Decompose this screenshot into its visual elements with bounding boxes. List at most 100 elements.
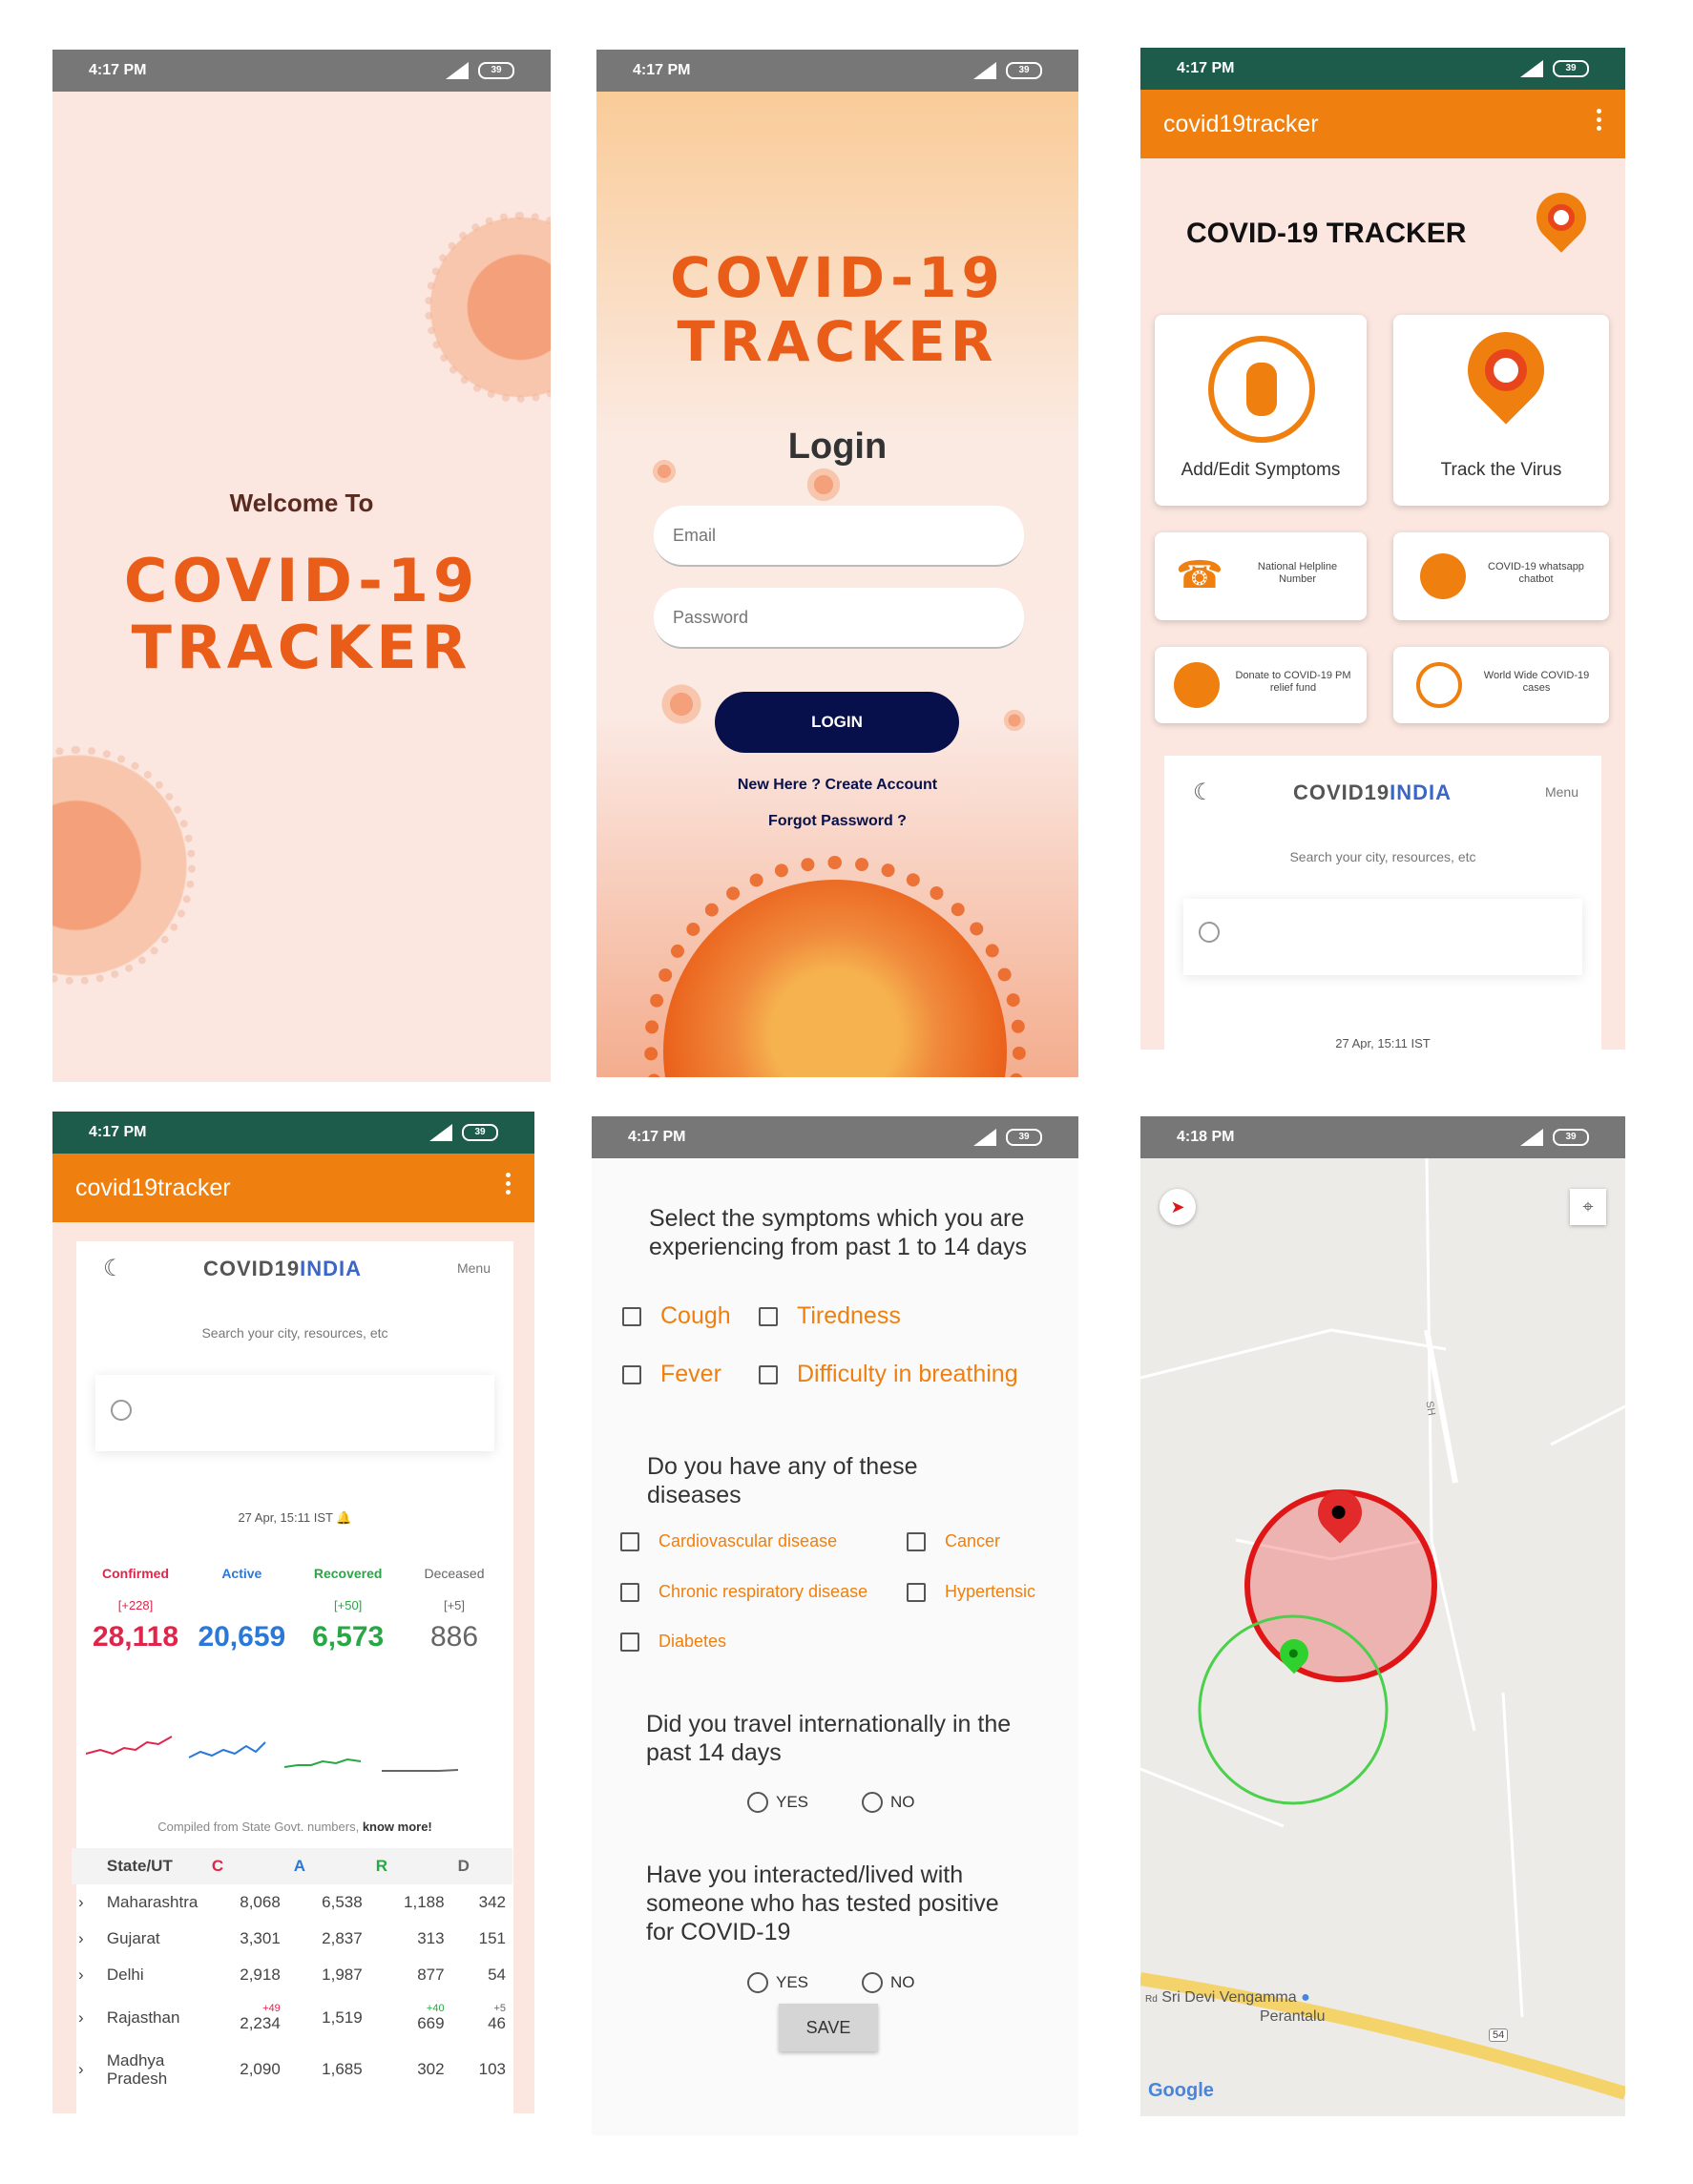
table-row[interactable]: › Rajasthan +49 2,234 1,519 +40 669 +5 46 [72, 1993, 512, 2043]
bell-icon[interactable]: 🔔 [336, 1510, 351, 1525]
checkbox-fever[interactable]: Fever [622, 1361, 721, 1388]
deceased-sparkline [382, 1769, 459, 1772]
col-active[interactable]: A [287, 1848, 369, 1884]
donate-tile[interactable]: Donate to COVID-19 PM relief fund [1155, 647, 1367, 723]
worldwide-cases-label: World Wide COVID-19 cases [1483, 670, 1590, 694]
covid19india-webview: ☾ COVID19INDIA Menu Search your city, re… [72, 1241, 513, 2113]
col-recovered[interactable]: R [369, 1848, 451, 1884]
checkbox-diabetes[interactable]: Diabetes [620, 1632, 726, 1652]
donate-label: Donate to COVID-19 PM relief fund [1235, 670, 1351, 694]
moon-icon[interactable]: ☾ [103, 1255, 124, 1282]
globe-icon [1416, 662, 1462, 708]
table-row[interactable]: › Delhi 2,918 1,987 877 54 [72, 1957, 512, 1993]
virus-particle [651, 458, 678, 485]
menu-link[interactable]: Menu [1545, 784, 1578, 800]
col-deceased[interactable]: D [451, 1848, 512, 1884]
app-logo-line1: COVID-19 [123, 546, 480, 615]
checkbox-breathing[interactable]: Difficulty in breathing [759, 1361, 1018, 1388]
whatsapp-chatbot-tile[interactable]: COVID-19 whatsapp chatbot [1393, 532, 1609, 620]
state-table: State/UT C A R D › Maharashtra 8,068 6,538 1… [72, 1848, 512, 2096]
overflow-menu-icon[interactable] [506, 1173, 512, 1198]
new-here-text: New Here ? [737, 777, 826, 793]
add-edit-symptoms-tile[interactable]: Add/Edit Symptoms [1155, 315, 1367, 506]
battery-icon: 39 [1553, 60, 1589, 77]
covid19india-brand: COVID19INDIA [203, 1257, 363, 1280]
save-button[interactable]: SAVE [779, 2004, 878, 2051]
status-time: 4:17 PM [633, 62, 691, 78]
email-field[interactable] [654, 506, 1024, 567]
map-screen: 4:18 PM 39 ➤ ⌖ SH Rd Sri Devi Vengamma ● P… [1140, 1116, 1625, 2116]
search-hint: Search your city, resources, etc [201, 1325, 388, 1341]
battery-icon: 39 [478, 62, 514, 79]
col-confirmed[interactable]: C [205, 1848, 287, 1884]
forgot-password-link[interactable]: Forgot Password ? [596, 813, 1078, 830]
home-screen: 4:17 PM 39 covid19tracker COVID-19 TRACKE… [1140, 48, 1625, 1050]
status-time: 4:17 PM [1177, 60, 1235, 76]
overflow-menu-icon[interactable] [1597, 109, 1602, 135]
status-time: 4:17 PM [89, 1124, 147, 1140]
search-input[interactable] [1183, 899, 1582, 975]
app-title: covid19tracker [1163, 110, 1319, 137]
travel-yes-radio[interactable]: YES [747, 1792, 808, 1813]
covid19india-webview: ☾ COVID19INDIA Menu Search your city, re… [1164, 756, 1601, 1050]
checkbox-hypertension[interactable]: Hypertensic [907, 1582, 1035, 1602]
google-logo: Google [1148, 2080, 1214, 2101]
place-label[interactable]: Rd Sri Devi Vengamma ● Perantalu [1145, 1989, 1326, 2026]
create-account-link[interactable]: Create Account [825, 777, 937, 793]
battery-icon: 39 [1553, 1129, 1589, 1146]
add-edit-symptoms-label: Add/Edit Symptoms [1181, 460, 1341, 480]
travel-no-radio[interactable]: NO [862, 1792, 915, 1813]
track-virus-label: Track the Virus [1440, 460, 1562, 480]
road-label: SH [1423, 1400, 1437, 1417]
menu-link[interactable]: Menu [457, 1260, 491, 1276]
app-title: covid19tracker [75, 1174, 231, 1201]
welcome-text: Welcome To [229, 489, 374, 517]
app-logo-line2: TRACKER [131, 613, 472, 682]
password-field[interactable] [654, 588, 1024, 649]
table-row[interactable]: › Madhya Pradesh 2,090 1,685 302 103 [72, 2043, 512, 2096]
battery-icon: 39 [1006, 62, 1042, 79]
worldwide-cases-tile[interactable]: World Wide COVID-19 cases [1393, 647, 1609, 723]
active-sparkline [188, 1741, 266, 1758]
status-time: 4:18 PM [1177, 1129, 1235, 1145]
question-diseases: Do you have any of these diseases [647, 1453, 918, 1508]
contact-no-radio[interactable]: NO [862, 1972, 915, 1993]
signal-icon [972, 62, 996, 79]
know-more-link[interactable]: know more! [363, 1820, 432, 1834]
checkbox-tiredness[interactable]: Tiredness [759, 1302, 901, 1330]
table-row[interactable]: › Gujarat 3,301 2,837 313 151 [72, 1921, 512, 1957]
stat-deceased: Deceased [+5] 886 [424, 1566, 485, 1653]
map-canvas[interactable] [1140, 1158, 1625, 2116]
checkbox-cardiovascular[interactable]: Cardiovascular disease [620, 1531, 837, 1551]
col-state[interactable]: State/UT [100, 1848, 205, 1884]
checkbox-chronic-respiratory[interactable]: Chronic respiratory disease [620, 1582, 867, 1602]
location-pin-icon [1452, 316, 1560, 425]
symptoms-screen: 4:17 PM 39 Select the symptoms which you … [592, 1116, 1078, 2135]
login-button[interactable]: LOGIN [715, 692, 959, 753]
compass-icon[interactable]: ➤ [1160, 1189, 1196, 1225]
battery-icon: 39 [1006, 1129, 1042, 1146]
timestamp: 27 Apr, 15:11 IST [1335, 1036, 1431, 1050]
question-contact: Have you interacted/lived with someone w… [646, 1862, 999, 1945]
splash-screen: 4:17 PM 39 Welcome To COVID-19 TRACKER [52, 50, 551, 1082]
track-virus-tile[interactable]: Track the Virus [1393, 315, 1609, 506]
search-input[interactable] [95, 1375, 494, 1451]
login-screen: 4:17 PM39 COVID-19 TRACKER Login LOGIN N… [596, 50, 1078, 1077]
confirmed-sparkline [86, 1736, 173, 1756]
my-location-icon[interactable]: ⌖ [1570, 1189, 1606, 1225]
road-badge: 54 [1489, 2028, 1509, 2042]
checkbox-cough[interactable]: Cough [622, 1302, 731, 1330]
stat-confirmed: Confirmed [+228] 28,118 [92, 1566, 179, 1653]
moon-icon[interactable]: ☾ [1193, 779, 1214, 806]
checkbox-cancer[interactable]: Cancer [907, 1531, 1000, 1551]
search-icon [1199, 922, 1220, 943]
search-hint: Search your city, resources, etc [1289, 849, 1476, 864]
question-symptoms: Select the symptoms which you are experi… [649, 1205, 1028, 1260]
status-time: 4:17 PM [628, 1129, 686, 1145]
signal-icon [1518, 60, 1543, 77]
sparklines [86, 1736, 459, 1772]
helpline-tile[interactable]: ☎ National Helpline Number [1155, 532, 1367, 620]
contact-yes-radio[interactable]: YES [747, 1972, 808, 1993]
table-row[interactable]: › Maharashtra 8,068 6,538 1,188 342 [72, 1884, 512, 1921]
stat-recovered: Recovered [+50] 6,573 [312, 1566, 385, 1653]
